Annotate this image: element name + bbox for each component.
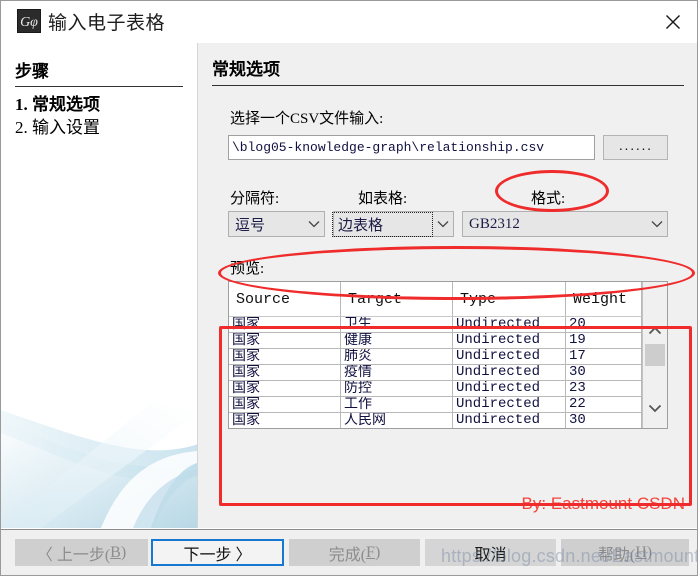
scrollbar-thumb[interactable] xyxy=(645,344,665,366)
cancel-button[interactable]: 取消 xyxy=(425,539,556,566)
table-row[interactable]: 国家 工作 Undirected 22 xyxy=(229,396,642,413)
steps-header: 步骤 xyxy=(15,57,183,87)
cell-source: 国家 xyxy=(229,364,341,381)
as-table-value: 边表格 xyxy=(332,211,433,237)
step-item-import-settings: 2. 输入设置 xyxy=(15,118,100,137)
finish-button-mnemonic: F xyxy=(366,543,375,561)
table-row[interactable]: 国家 卫生 Undirected 20 xyxy=(229,316,642,333)
preview-table-scroll-area[interactable]: Source Target Type Weight 国家 卫生 Undirect… xyxy=(229,282,642,428)
scroll-up-icon[interactable] xyxy=(643,320,667,340)
scrollbar-corner xyxy=(643,282,667,316)
cell-source: 国家 xyxy=(229,316,341,333)
window-title: 输入电子表格 xyxy=(48,13,166,34)
cancel-button-label: 取消 xyxy=(474,546,507,564)
cell-target: 工作 xyxy=(340,396,453,413)
cell-source: 国家 xyxy=(229,332,341,349)
cell-weight: 22 xyxy=(565,396,642,413)
chevron-down-icon xyxy=(304,220,324,228)
cell-target: 疫情 xyxy=(340,364,453,381)
close-icon[interactable] xyxy=(649,1,697,43)
title-bar: Gφ 输入电子表格 xyxy=(1,1,697,43)
separator-label: 分隔符: xyxy=(230,191,280,207)
general-options-pane: 常规选项 选择一个CSV文件输入: \blog05-knowledge-grap… xyxy=(197,43,697,528)
finish-button-label-post: ) xyxy=(374,543,381,561)
finish-button[interactable]: 完成(F) xyxy=(289,539,420,566)
charset-value: GB2312 xyxy=(469,215,520,232)
column-header-source[interactable]: Source xyxy=(229,282,341,317)
table-row[interactable]: 国家 疫情 Undirected 30 xyxy=(229,364,642,381)
dialog-button-bar: 〈 上一步(B) 下一步 〉 完成(F) 取消 帮助(H) xyxy=(1,529,697,575)
separator-value: 逗号 xyxy=(235,217,266,234)
steps-pane: 步骤 1. 常规选项 2. 输入设置 xyxy=(1,43,197,528)
column-header-type[interactable]: Type xyxy=(452,282,566,317)
cell-source: 国家 xyxy=(229,380,341,397)
chevron-down-icon xyxy=(433,220,453,228)
previous-button-label-post: ) xyxy=(120,543,127,561)
cell-type: Undirected xyxy=(452,396,566,413)
cell-weight: 23 xyxy=(565,380,642,397)
preview-table: Source Target Type Weight 国家 卫生 Undirect… xyxy=(229,282,642,428)
help-button-label-post: ) xyxy=(646,543,653,561)
cell-target: 卫生 xyxy=(340,316,453,333)
as-table-label: 如表格: xyxy=(358,191,408,207)
preview-table-body: 国家 卫生 Undirected 20 国家 健康 Undirected 19 xyxy=(229,316,642,428)
as-table-dropdown[interactable]: 边表格 xyxy=(332,211,454,237)
cell-type: Undirected xyxy=(452,412,566,428)
finish-button-label-pre: 完成( xyxy=(328,546,367,564)
cell-source: 国家 xyxy=(229,348,341,365)
cell-type: Undirected xyxy=(452,348,566,365)
cell-type: Undirected xyxy=(452,332,566,349)
gephi-logo-icon: Gφ xyxy=(17,9,41,33)
cell-type: Undirected xyxy=(452,380,566,397)
dialog-content: 步骤 1. 常规选项 2. 输入设置 常规选项 选择一个CSV文件输入: \bl… xyxy=(1,43,697,528)
cell-target: 人民网 xyxy=(340,412,453,428)
help-button-label-pre: 帮助( xyxy=(597,546,636,564)
panel-title: 常规选项 xyxy=(212,55,684,86)
cell-weight: 30 xyxy=(565,412,642,428)
svg-text:Gφ: Gφ xyxy=(20,15,38,30)
author-signature: By: Eastmount CSDN xyxy=(521,494,685,513)
charset-label: 格式: xyxy=(531,191,566,207)
table-row[interactable]: 国家 肺炎 Undirected 17 xyxy=(229,348,642,365)
previous-step-button[interactable]: 〈 上一步(B) xyxy=(15,539,148,566)
cell-source: 国家 xyxy=(229,412,341,428)
cell-weight: 17 xyxy=(565,348,642,365)
table-row[interactable]: 国家 人民网 Undirected 30 xyxy=(229,412,642,428)
column-header-target[interactable]: Target xyxy=(340,282,453,317)
preview-label: 预览: xyxy=(230,261,265,277)
chevron-down-icon xyxy=(647,220,667,228)
cell-weight: 20 xyxy=(565,316,642,333)
cell-target: 肺炎 xyxy=(340,348,453,365)
steps-list: 1. 常规选项 2. 输入设置 xyxy=(15,93,190,139)
table-row[interactable]: 国家 防控 Undirected 23 xyxy=(229,380,642,397)
previous-button-label-pre: 〈 上一步( xyxy=(36,546,111,564)
charset-dropdown[interactable]: GB2312 xyxy=(462,211,668,237)
cell-weight: 30 xyxy=(565,364,642,381)
cell-weight: 19 xyxy=(565,332,642,349)
cell-type: Undirected xyxy=(452,316,566,333)
table-header-row: Source Target Type Weight xyxy=(229,282,642,317)
cell-source: 国家 xyxy=(229,396,341,413)
cell-target: 健康 xyxy=(340,332,453,349)
decorative-ribbon-graphic xyxy=(1,403,197,528)
column-header-weight[interactable]: Weight xyxy=(565,282,642,317)
next-button-label: 下一步 〉 xyxy=(183,546,252,564)
import-spreadsheet-dialog: Gφ 输入电子表格 步骤 1. 常规选项 2. 输入设置 常规选项 选择一个CS… xyxy=(0,0,698,576)
csv-path-input[interactable]: \blog05-knowledge-graph\relationship.csv xyxy=(228,135,595,160)
cell-target: 防控 xyxy=(340,380,453,397)
browse-file-button[interactable]: ······ xyxy=(603,135,668,160)
preview-table-container: Source Target Type Weight 国家 卫生 Undirect… xyxy=(228,281,668,429)
cell-type: Undirected xyxy=(452,364,566,381)
help-button-mnemonic: H xyxy=(635,543,647,561)
table-row[interactable]: 国家 健康 Undirected 19 xyxy=(229,332,642,349)
csv-file-label: 选择一个CSV文件输入: xyxy=(230,111,384,127)
separator-dropdown[interactable]: 逗号 xyxy=(228,211,325,237)
step-item-general-options: 1. 常规选项 xyxy=(15,95,100,114)
scroll-down-icon[interactable] xyxy=(643,398,667,418)
help-button[interactable]: 帮助(H) xyxy=(561,539,689,566)
preview-vertical-scrollbar[interactable] xyxy=(642,282,667,428)
previous-button-mnemonic: B xyxy=(110,543,121,561)
next-step-button[interactable]: 下一步 〉 xyxy=(151,539,284,566)
